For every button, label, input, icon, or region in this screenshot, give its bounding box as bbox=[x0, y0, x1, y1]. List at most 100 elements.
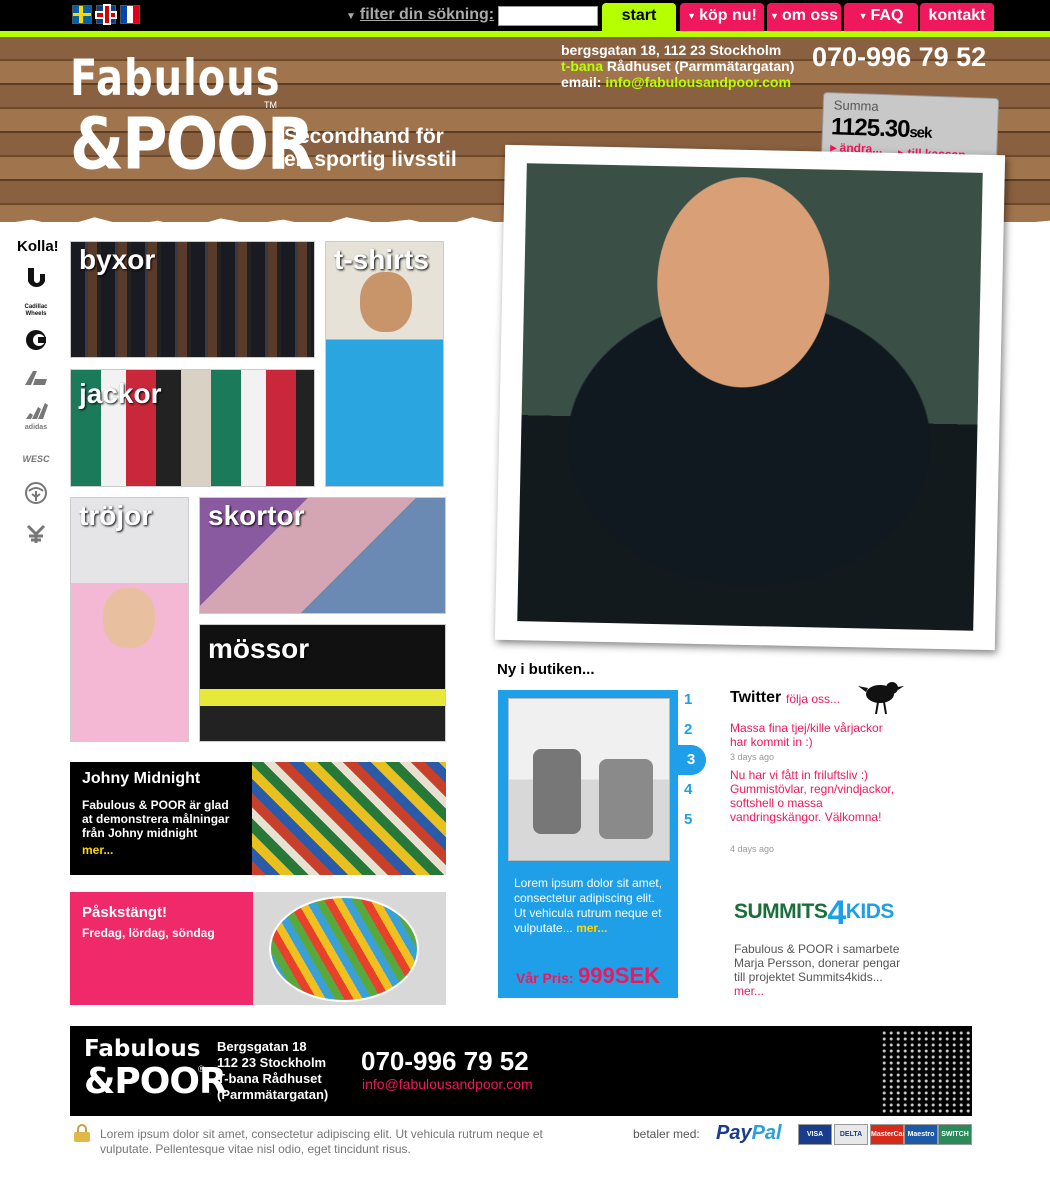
category-jackor-tile[interactable]: jackor bbox=[70, 369, 315, 487]
analog-icon[interactable] bbox=[20, 369, 52, 389]
footer-phone: 070-996 79 52 bbox=[361, 1046, 529, 1076]
nav-kop-nu-button[interactable]: ▼ köp nu! bbox=[680, 3, 764, 31]
tagline-line-1: Secondhand för bbox=[284, 125, 444, 148]
logo-line-1: Fabulous bbox=[70, 50, 281, 108]
caret-down-icon: ▼ bbox=[346, 11, 356, 22]
adidas-icon[interactable]: adidas bbox=[20, 401, 52, 431]
logo-line-2: &POOR bbox=[70, 102, 315, 186]
twitter-bird-icon[interactable] bbox=[858, 678, 904, 716]
twitter-follow-link[interactable]: följa oss... bbox=[786, 692, 840, 706]
summits-text: Fabulous & POOR i samarbete Marja Persso… bbox=[734, 942, 901, 984]
easter-closed-days: Fredag, lördag, söndag bbox=[82, 926, 215, 940]
payment-label: betaler med: bbox=[633, 1127, 700, 1141]
nav-kontakt-button[interactable]: kontakt bbox=[920, 3, 994, 31]
cart-amount: 1125.30 bbox=[830, 113, 910, 143]
filter-search-label: filter din sökning: bbox=[359, 6, 495, 23]
paypal-logo-b: Pal bbox=[751, 1122, 782, 1144]
category-trojor-label: tröjor bbox=[79, 500, 153, 531]
footer-address-line: Bergsgatan 18 bbox=[217, 1039, 307, 1054]
header-phone: 070-996 79 52 bbox=[812, 42, 987, 72]
carousel-page-5[interactable]: 5 bbox=[684, 811, 692, 828]
email-label: email: bbox=[561, 74, 602, 90]
footer-address: Bergsgatan 18 112 23 Stockholm T-bana Rå… bbox=[217, 1039, 328, 1103]
wesc-icon[interactable]: WESC bbox=[20, 454, 52, 464]
johny-midnight-title: Johny Midnight bbox=[82, 770, 201, 787]
johny-midnight-painting[interactable] bbox=[252, 762, 446, 875]
filter-search-link[interactable]: ▼ filter din sökning: bbox=[346, 6, 494, 24]
header-email-link[interactable]: info@fabulousandpoor.com bbox=[605, 74, 791, 90]
category-skortor-tile[interactable]: skortor bbox=[199, 497, 446, 614]
footer-address-line: T-bana Rådhuset bbox=[217, 1071, 322, 1086]
new-product-more-link[interactable]: mer... bbox=[576, 921, 607, 935]
search-input[interactable] bbox=[498, 6, 598, 26]
summits-description: Fabulous & POOR i samarbete Marja Persso… bbox=[734, 942, 904, 998]
tweet-date: 4 days ago bbox=[730, 844, 775, 854]
category-mossor-tile[interactable]: mössor bbox=[199, 624, 446, 742]
summits4kids-logo[interactable]: SUMMITS4KIDS bbox=[734, 888, 895, 932]
street-address: bergsgatan 18, 112 23 Stockholm bbox=[561, 42, 782, 58]
cadillac-wheels-icon[interactable]: Cadillac Wheels bbox=[20, 304, 52, 318]
tweet-text[interactable]: Massa fina tjej/kille vårjackor har komm… bbox=[730, 721, 900, 749]
summits-more-link[interactable]: mer... bbox=[734, 984, 764, 998]
footer-email-link[interactable]: info@fabulousandpoor.com bbox=[362, 1076, 533, 1092]
tweet-date: 3 days ago bbox=[730, 752, 775, 762]
johny-more-link[interactable]: mer... bbox=[82, 843, 113, 857]
new-product-image[interactable] bbox=[508, 698, 670, 861]
nav-om-oss-button[interactable]: ▼ om oss bbox=[767, 3, 841, 31]
french-flag-icon[interactable] bbox=[120, 5, 140, 24]
carousel-page-1[interactable]: 1 bbox=[684, 691, 692, 708]
price-value: 999SEK bbox=[578, 963, 660, 988]
trademark-mark: TM bbox=[264, 100, 277, 110]
summits-logo-kids: KIDS bbox=[845, 900, 895, 923]
model-photo bbox=[103, 588, 155, 648]
delta-card-icon: DELTA bbox=[834, 1124, 868, 1145]
footer-logo-line-1: Fabulous bbox=[84, 1036, 201, 1062]
ny-i-butiken-title: Ny i butiken... bbox=[497, 661, 595, 678]
header-address: bergsgatan 18, 112 23 Stockholm t-bana R… bbox=[561, 42, 794, 90]
tbana-label: t-bana bbox=[561, 58, 603, 74]
paypal-logo: PayPal bbox=[716, 1122, 782, 1145]
category-jackor-label: jackor bbox=[79, 378, 162, 409]
maestro-card-icon: Maestro bbox=[904, 1124, 938, 1145]
tagline-line-2: en sportig livsstil bbox=[284, 148, 457, 171]
nav-kop-nu-label: köp nu! bbox=[699, 7, 757, 25]
zoo-york-icon[interactable] bbox=[20, 523, 52, 547]
johny-midnight-text: Fabulous & POOR är glad at demonstrera m… bbox=[82, 798, 230, 840]
registered-mark: ® bbox=[198, 1064, 205, 1074]
cart-currency: sek bbox=[909, 123, 932, 142]
carousel-page-2[interactable]: 2 bbox=[684, 721, 692, 738]
nav-faq-label: FAQ bbox=[870, 7, 904, 25]
summits-logo-text: SUMMITS bbox=[734, 900, 828, 923]
category-tshirts-tile[interactable]: t-shirts bbox=[325, 241, 444, 487]
new-product-description: Lorem ipsum dolor sit amet, consectetur … bbox=[514, 876, 664, 936]
category-skortor-label: skortor bbox=[208, 500, 305, 531]
category-trojor-tile[interactable]: tröjor bbox=[70, 497, 189, 742]
category-mossor-label: mössor bbox=[208, 633, 310, 664]
easter-egg bbox=[269, 896, 419, 1002]
category-byxor-tile[interactable]: byxor bbox=[70, 241, 315, 358]
cart-label: Summa bbox=[833, 97, 879, 114]
british-flag-icon[interactable] bbox=[96, 5, 116, 24]
category-byxor-label: byxor bbox=[79, 244, 156, 275]
adidas-label: adidas bbox=[24, 424, 48, 431]
carousel-page-3-active[interactable]: 3 bbox=[676, 745, 706, 775]
carhartt-icon[interactable] bbox=[20, 328, 52, 352]
carousel-page-4[interactable]: 4 bbox=[684, 781, 692, 798]
nav-start-button[interactable]: start bbox=[602, 3, 676, 31]
footer-address-line: 112 23 Stockholm bbox=[217, 1055, 327, 1070]
site-logo[interactable]: Fabulous &POOR bbox=[70, 50, 315, 186]
arbor-icon[interactable] bbox=[20, 481, 52, 507]
visa-card-icon: VISA bbox=[798, 1124, 832, 1145]
boot-shape bbox=[533, 749, 581, 834]
nav-faq-button[interactable]: ▼ FAQ bbox=[844, 3, 918, 31]
tweet-text[interactable]: Nu har vi fått in friluftsliv :) Gummist… bbox=[730, 768, 900, 824]
mastercard-icon: MasterCard bbox=[870, 1124, 910, 1145]
swedish-flag-icon[interactable] bbox=[72, 5, 92, 24]
tagline: Secondhand för en sportig livsstil bbox=[284, 125, 457, 171]
nav-om-oss-label: om oss bbox=[781, 7, 838, 25]
burton-icon[interactable] bbox=[20, 266, 52, 290]
new-product-price: Vår Pris: 999SEK bbox=[516, 963, 660, 989]
boot-shape bbox=[599, 759, 653, 839]
tbana-station: Rådhuset (Parmmätargatan) bbox=[606, 58, 795, 74]
caret-down-icon: ▼ bbox=[687, 11, 697, 21]
